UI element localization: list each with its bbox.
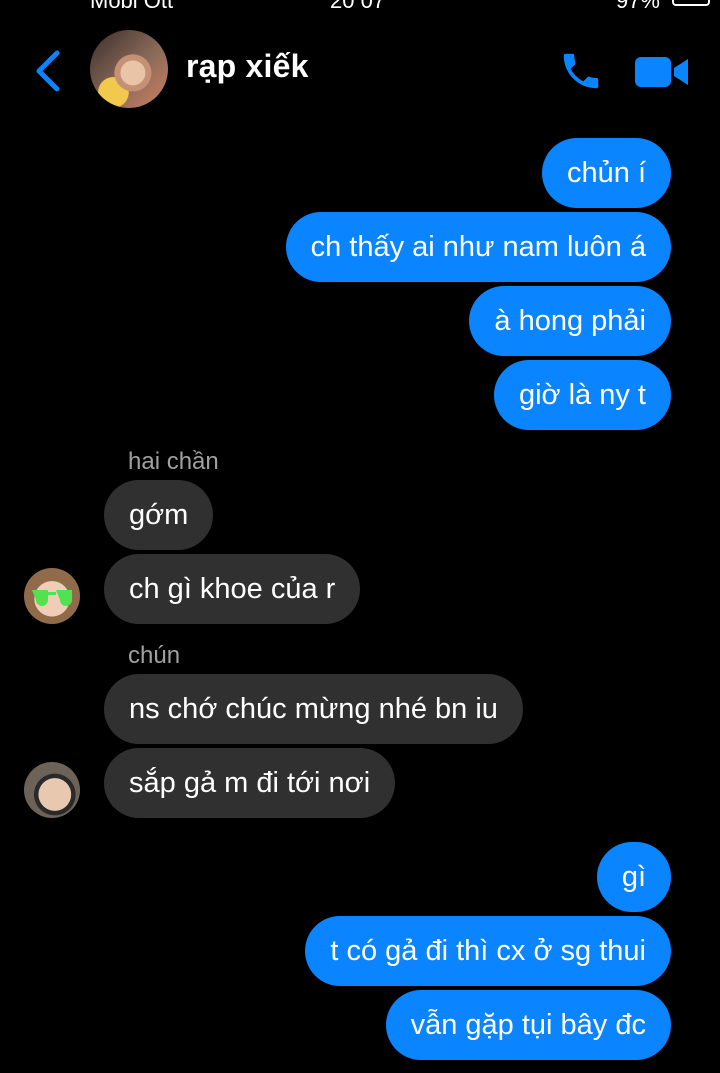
message-outgoing[interactable]: vẫn gặp tụi bây đc xyxy=(385,990,671,1060)
message-outgoing[interactable]: ch thấy ai như nam luôn á xyxy=(285,212,671,282)
status-bar: Mobi Ott 20 07 97% xyxy=(0,0,720,13)
avatar[interactable] xyxy=(24,568,80,624)
message-incoming[interactable]: ns chớ chúc mừng nhé bn iu xyxy=(104,674,523,744)
message-incoming[interactable]: sắp gả m đi tới nơi xyxy=(104,748,396,818)
message-outgoing[interactable]: à hong phải xyxy=(469,286,671,356)
avatar[interactable] xyxy=(90,30,168,108)
message-outgoing[interactable]: t có gả đi thì cx ở sg thui xyxy=(305,916,671,986)
video-camera-icon xyxy=(635,57,688,87)
chevron-left-icon xyxy=(36,50,60,92)
sender-name: chún xyxy=(128,642,181,669)
avatar[interactable] xyxy=(24,762,80,818)
sender-name: hai chần xyxy=(128,448,219,475)
message-outgoing[interactable]: chủn í xyxy=(542,138,671,208)
carrier-label: Mobi Ott xyxy=(90,0,174,13)
chat-header: rạp xiếk xyxy=(0,28,720,112)
conversation-title[interactable]: rạp xiếk xyxy=(186,48,309,85)
battery-icon xyxy=(672,0,710,6)
battery-percent: 97% xyxy=(615,0,660,13)
back-button[interactable] xyxy=(30,46,64,96)
sunglasses-icon xyxy=(32,590,72,606)
message-incoming[interactable]: ch gì khoe của r xyxy=(104,554,361,624)
audio-call-button[interactable] xyxy=(558,48,604,94)
phone-icon xyxy=(563,53,599,89)
message-outgoing[interactable]: giờ là ny t xyxy=(493,360,671,430)
video-call-button[interactable] xyxy=(634,54,690,90)
message-incoming[interactable]: gớm xyxy=(104,480,214,550)
clock-label: 20 07 xyxy=(330,0,386,13)
message-outgoing[interactable]: gì xyxy=(596,842,671,912)
